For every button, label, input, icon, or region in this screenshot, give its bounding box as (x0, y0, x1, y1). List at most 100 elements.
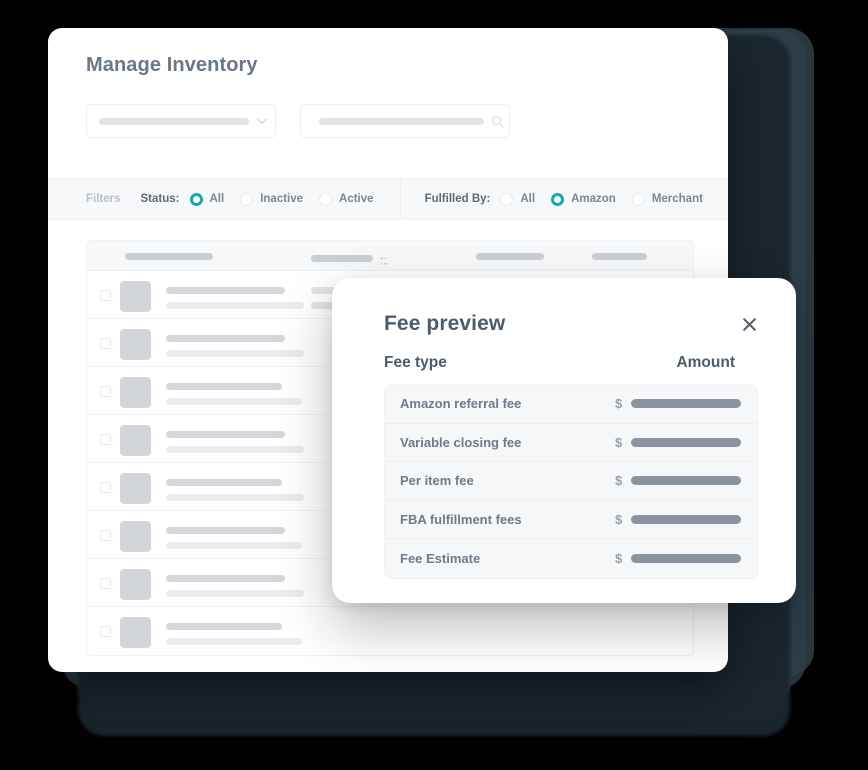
fee-amount-cell: $ (615, 435, 741, 450)
row-checkbox[interactable] (100, 530, 111, 541)
page-title: Manage Inventory (86, 54, 258, 76)
fee-type-label: Amazon referral fee (400, 396, 522, 412)
product-title-placeholder (166, 575, 304, 597)
row-checkbox[interactable] (100, 290, 111, 301)
fee-row: FBA fulfillment fees $ (385, 500, 757, 539)
product-title-placeholder (166, 383, 302, 405)
radio-icon-selected (189, 192, 203, 206)
fee-table: Amazon referral fee $ Variable closing fee… (384, 384, 758, 579)
fee-preview-header: Fee preview (384, 312, 758, 336)
product-title-placeholder (166, 479, 304, 501)
product-title-placeholder (166, 335, 304, 357)
category-select-value-placeholder (99, 117, 249, 125)
header-label-placeholder (125, 253, 213, 260)
fee-amount-placeholder (631, 399, 741, 409)
product-thumbnail (120, 377, 151, 408)
filter-bar: Filters Status: All Inactive Active Fulf… (48, 178, 728, 220)
fee-row: Fee Estimate $ (385, 539, 757, 578)
table-header-product[interactable] (125, 253, 213, 260)
status-option-active-label: Active (339, 193, 374, 205)
fulfilled-by-option-merchant-label: Merchant (651, 193, 703, 205)
header-label-placeholder (476, 253, 544, 260)
table-header-details[interactable] (311, 253, 388, 266)
radio-icon-selected (551, 192, 565, 206)
product-thumbnail (120, 281, 151, 312)
fee-preview-modal: Fee preview Fee type Amount Amazon refer… (332, 278, 796, 603)
table-header-price[interactable] (476, 253, 544, 260)
currency-symbol: $ (615, 434, 623, 450)
fee-amount-cell: $ (615, 512, 741, 527)
product-title-placeholder (166, 287, 304, 309)
fee-table-column-headers: Fee type Amount (384, 354, 758, 372)
fulfilled-by-option-amazon-label: Amazon (571, 193, 616, 205)
row-checkbox[interactable] (100, 482, 111, 493)
product-title-placeholder (166, 527, 302, 549)
fee-type-label: Per item fee (400, 473, 474, 489)
fulfilled-by-option-amazon[interactable]: Amazon (551, 192, 616, 206)
fee-row: Variable closing fee $ (385, 423, 757, 462)
row-checkbox[interactable] (100, 386, 111, 397)
status-option-inactive[interactable]: Inactive (240, 192, 304, 206)
row-checkbox[interactable] (100, 434, 111, 445)
fee-type-label: Variable closing fee (400, 434, 522, 450)
product-title-placeholder (166, 623, 302, 645)
screenshot-stage: Manage Inventory Filters Status: All Ina… (0, 0, 868, 770)
fee-amount-placeholder (631, 437, 741, 447)
status-option-all[interactable]: All (189, 192, 225, 206)
header-label-placeholder (592, 253, 647, 260)
product-title-placeholder (166, 431, 304, 453)
controls-row (86, 104, 510, 138)
close-icon[interactable] (741, 316, 758, 333)
currency-symbol: $ (615, 473, 623, 489)
product-thumbnail (120, 473, 151, 504)
search-input[interactable] (300, 104, 510, 138)
fulfilled-by-option-merchant[interactable]: Merchant (631, 192, 703, 206)
chevron-down-icon (255, 114, 269, 128)
category-select[interactable] (86, 104, 276, 138)
product-thumbnail (120, 617, 151, 648)
fee-amount-cell: $ (615, 473, 741, 488)
status-option-all-label: All (209, 193, 225, 205)
table-header-row (87, 241, 693, 271)
radio-icon (319, 192, 333, 206)
fee-type-column-header: Fee type (384, 354, 447, 371)
product-thumbnail (120, 425, 151, 456)
row-checkbox[interactable] (100, 626, 111, 637)
sort-icon[interactable] (379, 253, 388, 266)
filters-label: Filters (86, 193, 121, 205)
status-group-label: Status: (140, 193, 180, 205)
amount-column-header: Amount (676, 354, 735, 371)
table-header-status[interactable] (592, 253, 647, 260)
fee-amount-placeholder (631, 514, 741, 524)
fee-type-label: FBA fulfillment fees (400, 511, 522, 527)
currency-symbol: $ (615, 396, 623, 412)
search-input-placeholder (319, 117, 484, 125)
product-thumbnail (120, 329, 151, 360)
radio-icon (240, 192, 254, 206)
status-option-active[interactable]: Active (319, 192, 374, 206)
product-thumbnail (120, 569, 151, 600)
filter-divider (399, 178, 401, 220)
fee-row: Amazon referral fee $ (385, 385, 757, 424)
fee-amount-placeholder (631, 553, 741, 563)
status-option-inactive-label: Inactive (260, 193, 304, 205)
fulfilled-by-group-label: Fulfilled By: (424, 193, 491, 205)
radio-icon (631, 192, 645, 206)
fee-amount-placeholder (631, 476, 741, 486)
status-radio-group: All Inactive Active (189, 192, 390, 206)
table-row[interactable] (87, 607, 693, 655)
search-icon[interactable] (490, 114, 505, 129)
fee-amount-cell: $ (615, 396, 741, 411)
currency-symbol: $ (615, 511, 623, 527)
fulfilled-by-radio-group: All Amazon Merchant (500, 192, 719, 206)
header-label-placeholder (311, 254, 373, 262)
fee-type-label: Fee Estimate (400, 550, 481, 566)
product-thumbnail (120, 521, 151, 552)
row-checkbox[interactable] (100, 578, 111, 589)
row-checkbox[interactable] (100, 338, 111, 349)
fee-row: Per item fee $ (385, 462, 757, 501)
currency-symbol: $ (615, 550, 623, 566)
fee-preview-title: Fee preview (384, 312, 506, 335)
radio-icon (500, 192, 514, 206)
fulfilled-by-option-all[interactable]: All (500, 192, 535, 206)
